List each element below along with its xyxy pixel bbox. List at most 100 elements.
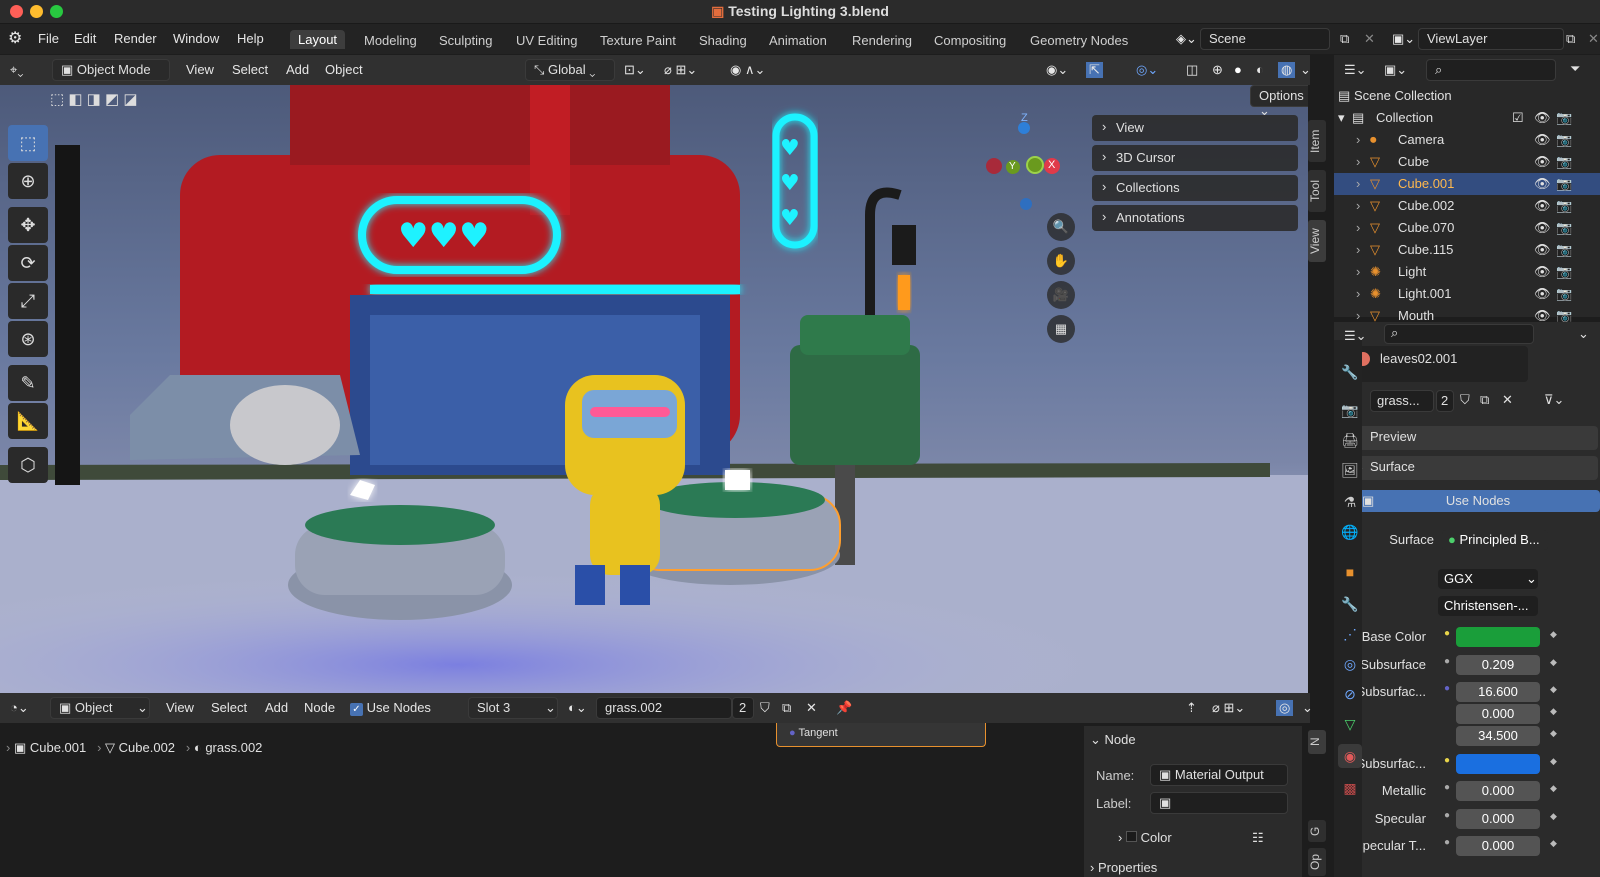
npanel-annotations[interactable]: › Annotations	[1092, 205, 1298, 231]
scene-tab-icon[interactable]: ⚗	[1338, 490, 1362, 514]
tab-compositing[interactable]: Compositing	[934, 33, 1006, 48]
selection-mode-icons[interactable]: ⬚ ◧ ◨ ◩ ◪	[50, 90, 138, 108]
view-layer-icon[interactable]: ▣⌄	[1392, 31, 1415, 47]
menu-select[interactable]: Select	[232, 62, 268, 77]
eye-icon[interactable]: 👁	[1534, 176, 1551, 192]
3d-viewport[interactable]: ♥♥♥ ♥ ♥ ♥ ⬚ ⊕ ✥ ⟳ ⤢ ⊛ ✎ 📐 ⬡ ⬚ ◧ ◨ ◩ ◪ Op…	[0, 85, 1308, 693]
transform-orientation-dropdown[interactable]: ⤡ Global ⌄	[525, 59, 615, 81]
outliner-item[interactable]: › ✺ Light 👁 📷	[1334, 261, 1600, 283]
gizmo-neg-x-axis[interactable]	[986, 158, 1002, 174]
color-swatch[interactable]	[1456, 754, 1540, 774]
camera-render-icon[interactable]: 📷	[1556, 220, 1572, 236]
material-shading-icon[interactable]: ◐	[1256, 62, 1264, 77]
menu-render[interactable]: Render	[114, 31, 157, 46]
node-overlay-options-icon[interactable]: ⌄	[1302, 700, 1313, 716]
xray-icon[interactable]: ◫	[1186, 62, 1198, 78]
menu-view[interactable]: View	[186, 62, 214, 77]
view-layer-tab-icon[interactable]: 🖼	[1338, 458, 1362, 482]
outliner-search-input[interactable]: ⌕	[1426, 59, 1556, 81]
tab-layout[interactable]: Layout	[290, 30, 346, 49]
visibility-icon[interactable]: ◉⌄	[1046, 62, 1068, 78]
shader-type-dropdown[interactable]: ▣ Object ⌄	[50, 697, 150, 719]
node-duplicate-icon[interactable]: ⧉	[782, 700, 791, 716]
properties-options-icon[interactable]: ⌄	[1578, 326, 1589, 342]
add-cube-tool[interactable]: ⬡	[8, 447, 48, 483]
output-tab-icon[interactable]: 🖨	[1338, 428, 1362, 452]
gizmo-neg-z-axis[interactable]	[1020, 198, 1032, 210]
keyframe-icon[interactable]: ◆	[1550, 657, 1557, 668]
eye-icon[interactable]: 👁	[1534, 264, 1551, 280]
keyframe-icon[interactable]: ◆	[1550, 811, 1557, 822]
material-name-field[interactable]: grass...	[1370, 390, 1434, 412]
outliner-item[interactable]: › ▽ Cube.002 👁 📷	[1334, 195, 1600, 217]
particles-tab-icon[interactable]: ⋰	[1338, 622, 1362, 646]
camera-render-icon[interactable]: 📷	[1556, 242, 1572, 258]
pivot-icon[interactable]: ⊡⌄	[624, 62, 646, 78]
keyframe-icon[interactable]: ◆	[1550, 706, 1557, 717]
node-properties-panel[interactable]: › Properties	[1090, 860, 1157, 875]
material-tab-icon[interactable]: ◉	[1338, 744, 1362, 768]
outliner-scene-collection[interactable]: ▤ Scene Collection	[1334, 85, 1600, 107]
color-presets-icon[interactable]: ☷	[1252, 830, 1264, 846]
modifier-tab-icon[interactable]: 🔧	[1338, 592, 1362, 616]
menu-edit[interactable]: Edit	[74, 31, 96, 46]
camera-render-icon[interactable]: 📷	[1556, 176, 1572, 192]
outliner-editor-icon[interactable]: ☰⌄	[1344, 62, 1367, 78]
wireframe-shading-icon[interactable]: ⊕	[1212, 62, 1223, 78]
node-tab-n[interactable]: N	[1308, 730, 1326, 754]
node-editor-type-icon[interactable]: ◔⌄	[10, 700, 29, 716]
menu-file[interactable]: File	[38, 31, 59, 46]
eye-icon[interactable]: 👁	[1534, 110, 1551, 126]
breadcrumb-object[interactable]: Cube.001	[30, 740, 86, 755]
eye-icon[interactable]: 👁	[1534, 132, 1551, 148]
fake-user-icon[interactable]: ⛉	[1460, 392, 1470, 408]
physics-tab-icon[interactable]: ◎	[1338, 652, 1362, 676]
socket-dot-icon[interactable]: ●	[1444, 782, 1450, 793]
eye-icon[interactable]: 👁	[1534, 242, 1551, 258]
property-value-field[interactable]: 0.209	[1456, 655, 1540, 675]
gizmo-neg-y-axis[interactable]	[1026, 156, 1044, 174]
view-layer-field[interactable]: ViewLayer	[1418, 28, 1564, 50]
socket-dot-icon[interactable]: ●	[1444, 683, 1450, 694]
socket-dot-icon[interactable]: ●	[1444, 628, 1450, 639]
keyframe-icon[interactable]: ◆	[1550, 756, 1557, 767]
constraints-tab-icon[interactable]: ⊘	[1338, 682, 1362, 706]
outliner-item[interactable]: › ✺ Light.001 👁 📷	[1334, 283, 1600, 305]
scene-field[interactable]: Scene	[1200, 28, 1330, 50]
perspective-grid-icon[interactable]: ▦	[1047, 315, 1075, 343]
overlay-icon[interactable]: ◎⌄	[1136, 62, 1158, 78]
eye-icon[interactable]: 👁	[1534, 220, 1551, 236]
render-tab-icon[interactable]: 📷	[1338, 398, 1362, 422]
tab-geometry-nodes[interactable]: Geometry Nodes	[1030, 33, 1128, 48]
eye-icon[interactable]: 👁	[1534, 286, 1551, 302]
properties-search-input[interactable]: ⌕	[1384, 324, 1534, 344]
editor-type-icon[interactable]: ⌖⌄	[10, 62, 23, 78]
npanel-collections[interactable]: › Collections	[1092, 175, 1298, 201]
parent-node-tree-icon[interactable]: ⇡	[1186, 700, 1197, 716]
slot-dropdown[interactable]: Slot 3 ⌄	[468, 697, 558, 719]
new-view-layer-icon[interactable]: ⧉	[1566, 31, 1575, 47]
data-tab-icon[interactable]: ▽	[1338, 712, 1362, 736]
use-nodes-checkbox[interactable]: ✓ Use Nodes	[350, 700, 431, 716]
property-value-field[interactable]: 0.000	[1456, 704, 1540, 724]
keyframe-icon[interactable]: ◆	[1550, 684, 1557, 695]
menu-add[interactable]: Add	[286, 62, 309, 77]
options-dropdown[interactable]: Options ⌄	[1250, 85, 1308, 118]
menu-object[interactable]: Object	[325, 62, 363, 77]
node-tab-g[interactable]: G	[1308, 820, 1326, 842]
distribution-dropdown[interactable]: GGX ⌄	[1438, 569, 1538, 589]
eye-icon[interactable]: 👁	[1534, 154, 1551, 170]
keyframe-icon[interactable]: ◆	[1550, 783, 1557, 794]
node-label-field[interactable]: ▣	[1150, 792, 1288, 814]
proportional-edit-icon[interactable]: ◉ ∧⌄	[730, 62, 765, 78]
node-panel-header[interactable]: ⌄ Node	[1090, 732, 1136, 748]
tab-view[interactable]: View	[1308, 220, 1326, 262]
remove-scene-icon[interactable]: ✕	[1364, 31, 1375, 47]
solid-shading-icon[interactable]: ●	[1234, 62, 1242, 77]
new-scene-icon[interactable]: ⧉	[1340, 31, 1349, 47]
camera-render-icon[interactable]: 📷	[1556, 264, 1572, 280]
node-tab-op[interactable]: Op	[1308, 848, 1326, 876]
tab-animation[interactable]: Animation	[769, 33, 827, 48]
material-type-icon[interactable]: ⊽⌄	[1544, 392, 1564, 408]
tab-item[interactable]: Item	[1308, 120, 1326, 162]
